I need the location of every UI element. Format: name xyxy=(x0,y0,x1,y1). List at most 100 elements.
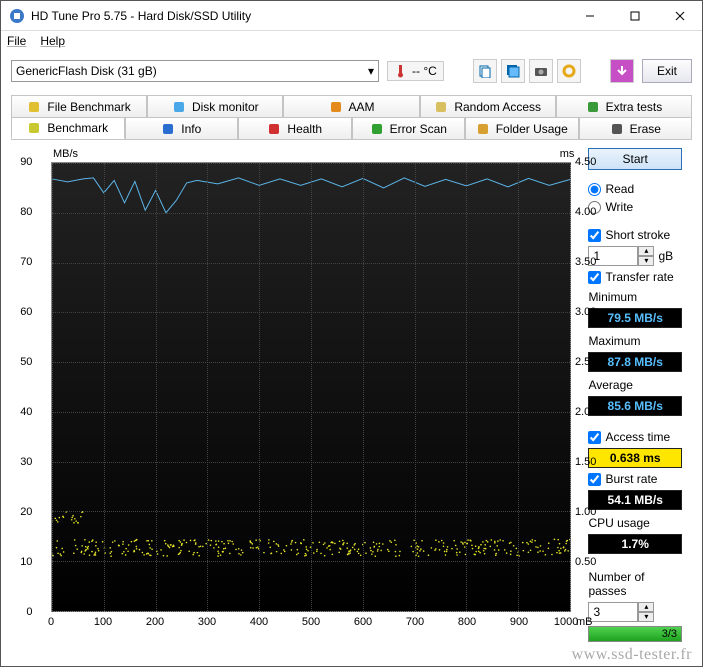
tab-icon xyxy=(27,100,41,114)
y-left-tick: 10 xyxy=(8,556,32,568)
minimum-label: Minimum xyxy=(588,290,682,304)
burst-rate-check[interactable]: Burst rate xyxy=(588,472,682,486)
tab-random-access[interactable]: Random Access xyxy=(420,95,556,117)
burst-rate-value: 54.1 MB/s xyxy=(588,490,682,510)
tab-error-scan[interactable]: Error Scan xyxy=(352,117,466,139)
tab-info[interactable]: Info xyxy=(125,117,239,139)
y-right-tick: 3.50 xyxy=(575,256,596,268)
access-time-check[interactable]: Access time xyxy=(588,430,682,444)
tab-extra-tests[interactable]: Extra tests xyxy=(556,95,692,117)
x-tick: 100 xyxy=(94,616,112,628)
device-select[interactable]: GenericFlash Disk (31 gB) ▾ xyxy=(11,60,379,82)
y-left-tick: 90 xyxy=(8,156,32,168)
x-tick: 700 xyxy=(406,616,424,628)
access-time-value: 0.638 ms xyxy=(588,448,682,468)
x-tick: 500 xyxy=(302,616,320,628)
y-left-tick: 40 xyxy=(8,406,32,418)
y-right-tick: 1.50 xyxy=(575,456,596,468)
x-tick: 900 xyxy=(510,616,528,628)
y-left-tick: 30 xyxy=(8,456,32,468)
maximum-label: Maximum xyxy=(588,334,682,348)
y-right-tick: 4.50 xyxy=(575,156,596,168)
passes-progress: 3/3 xyxy=(588,626,682,642)
x-tick: 200 xyxy=(146,616,164,628)
window-title: HD Tune Pro 5.75 - Hard Disk/SSD Utility xyxy=(31,9,567,23)
chevron-down-icon: ▾ xyxy=(368,64,374,78)
passes-label: Number of passes xyxy=(588,570,682,598)
tab-icon xyxy=(329,100,343,114)
x-tick: 0 xyxy=(48,616,54,628)
y-right-tick: 4.00 xyxy=(575,206,596,218)
y-right-tick: 2.00 xyxy=(575,406,596,418)
y-left-tick: 20 xyxy=(8,506,32,518)
tab-file-benchmark[interactable]: File Benchmark xyxy=(11,95,147,117)
spin-up-icon[interactable]: ▴ xyxy=(638,246,654,256)
options-button[interactable] xyxy=(557,59,581,83)
tab-icon xyxy=(434,100,448,114)
average-value: 85.6 MB/s xyxy=(588,396,682,416)
y-left-label: MB/s xyxy=(53,148,78,160)
tab-aam[interactable]: AAM xyxy=(283,95,419,117)
camera-button[interactable] xyxy=(529,59,553,83)
x-tick: 600 xyxy=(354,616,372,628)
y-left-tick: 70 xyxy=(8,256,32,268)
short-stroke-input[interactable]: ▴▾ xyxy=(588,246,654,266)
tab-benchmark[interactable]: Benchmark xyxy=(11,117,125,139)
minimize-button[interactable] xyxy=(567,1,612,30)
passes-input[interactable]: ▴▾ xyxy=(588,602,682,622)
temperature-value: -- °C xyxy=(412,64,437,78)
y-left-tick: 0 xyxy=(8,606,32,618)
read-radio[interactable]: Read xyxy=(588,182,682,196)
tab-health[interactable]: Health xyxy=(238,117,352,139)
tab-icon xyxy=(27,121,41,135)
x-tick: 300 xyxy=(198,616,216,628)
x-tick: 800 xyxy=(458,616,476,628)
tab-folder-usage[interactable]: Folder Usage xyxy=(465,117,579,139)
thermometer-icon xyxy=(394,64,408,78)
save-button[interactable] xyxy=(610,59,634,83)
y-right-tick: 0.50 xyxy=(575,556,596,568)
cpu-usage-label: CPU usage xyxy=(588,516,682,530)
x-tick: 400 xyxy=(250,616,268,628)
tab-icon xyxy=(610,122,624,136)
copy-info-button[interactable] xyxy=(473,59,497,83)
y-left-tick: 80 xyxy=(8,206,32,218)
y-left-tick: 50 xyxy=(8,356,32,368)
tab-icon xyxy=(586,100,600,114)
minimum-value: 79.5 MB/s xyxy=(588,308,682,328)
cpu-usage-value: 1.7% xyxy=(588,534,682,554)
tab-icon xyxy=(370,122,384,136)
tab-icon xyxy=(267,122,281,136)
temperature-box: -- °C xyxy=(387,61,444,81)
y-right-label: ms xyxy=(560,148,575,160)
close-button[interactable] xyxy=(657,1,702,30)
exit-button[interactable]: Exit xyxy=(642,59,692,83)
y-right-tick: 2.50 xyxy=(575,356,596,368)
app-icon xyxy=(9,8,25,24)
benchmark-chart: MB/s ms 90807060504030201004.504.003.503… xyxy=(21,148,578,636)
y-right-tick: 1.00 xyxy=(575,506,596,518)
transfer-rate-check[interactable]: Transfer rate xyxy=(588,270,682,284)
short-stroke-check[interactable]: Short stroke xyxy=(588,228,682,242)
watermark-text: www.ssd-tester.fr xyxy=(572,646,692,664)
tab-icon xyxy=(161,122,175,136)
tab-icon xyxy=(476,122,490,136)
tab-icon xyxy=(172,100,186,114)
spin-down-icon[interactable]: ▾ xyxy=(638,612,654,622)
average-label: Average xyxy=(588,378,682,392)
y-left-tick: 60 xyxy=(8,306,32,318)
maximum-value: 87.8 MB/s xyxy=(588,352,682,372)
x-tick: 1000 xyxy=(554,616,578,628)
menu-help[interactable]: Help xyxy=(40,34,65,48)
write-radio[interactable]: Write xyxy=(588,200,682,214)
spin-up-icon[interactable]: ▴ xyxy=(638,602,654,612)
maximize-button[interactable] xyxy=(612,1,657,30)
y-right-tick: 3.00 xyxy=(575,306,596,318)
spin-down-icon[interactable]: ▾ xyxy=(638,256,654,266)
copy-screenshot-button[interactable] xyxy=(501,59,525,83)
device-select-value: GenericFlash Disk (31 gB) xyxy=(16,64,157,78)
start-button[interactable]: Start xyxy=(588,148,682,170)
tab-disk-monitor[interactable]: Disk monitor xyxy=(147,95,283,117)
tab-erase[interactable]: Erase xyxy=(579,117,693,139)
menu-file[interactable]: File xyxy=(7,34,26,48)
